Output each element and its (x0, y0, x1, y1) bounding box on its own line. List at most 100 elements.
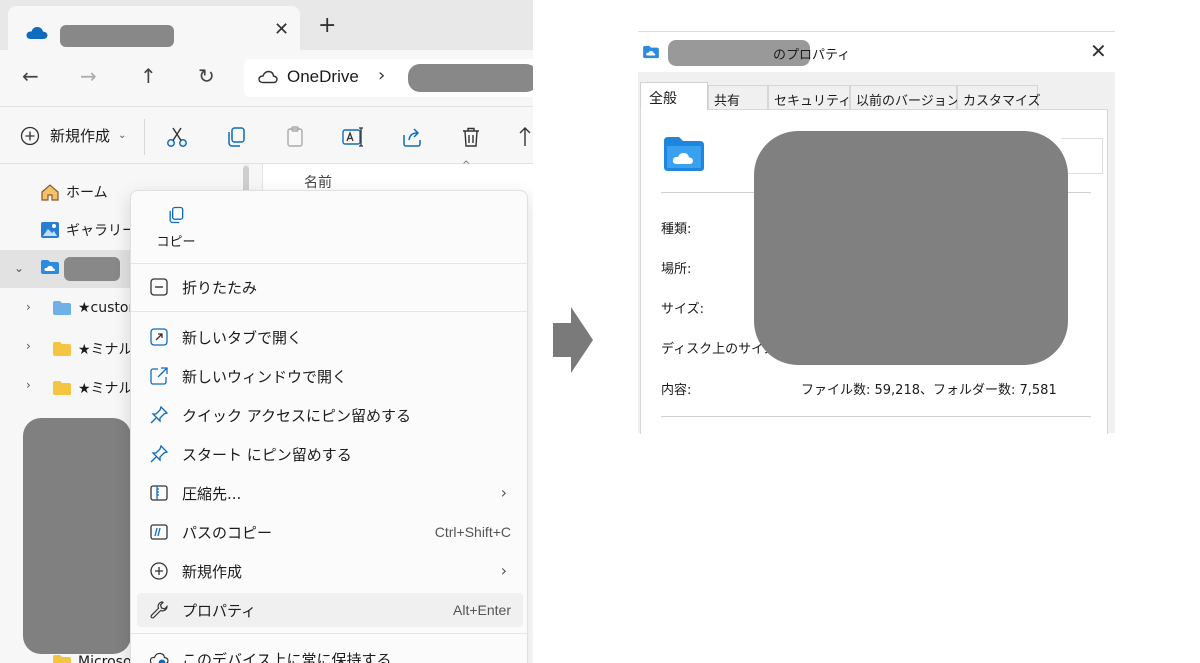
chevron-down-icon: ⌄ (118, 130, 127, 141)
menu-item-label: 新規作成 (182, 563, 243, 581)
menu-item-pin-quick-access[interactable]: クイック アクセスにピン留めする (137, 398, 523, 432)
tab-sharing[interactable]: 共有 (708, 85, 768, 109)
chevron-right-icon[interactable]: › (26, 300, 31, 314)
new-button-label: 新規作成 (50, 127, 111, 145)
tab-security[interactable]: セキュリティ (768, 85, 851, 109)
context-copy-button[interactable]: コピー (151, 205, 201, 250)
menu-item-shortcut: Alt+Enter (453, 602, 511, 618)
dialog-title: のプロパティ (773, 48, 851, 63)
tree-item-label: Microsof (78, 654, 137, 663)
right-arrow-icon (553, 307, 593, 373)
new-tab-button[interactable]: + (318, 14, 336, 38)
back-button[interactable]: ← (22, 64, 39, 88)
command-bar: 新規作成 ⌄ (0, 106, 533, 164)
tree-item-home[interactable]: ホーム (40, 182, 108, 202)
sort-icon[interactable] (517, 125, 533, 149)
redacted-tree-region (23, 418, 131, 654)
menu-item-label: パスのコピー (182, 524, 273, 542)
refresh-button[interactable]: ↻ (198, 64, 215, 88)
tree-item-label: ホーム (66, 185, 108, 201)
menu-item-pin-start[interactable]: スタート にピン留めする (137, 437, 523, 471)
chevron-down-icon[interactable]: ⌄ (14, 261, 24, 275)
up-button[interactable]: ↑ (140, 64, 157, 88)
menu-item-label: プロパティ (182, 602, 257, 620)
menu-item-shortcut: Ctrl+Shift+C (434, 524, 511, 540)
menu-item-open-new-window[interactable]: 新しいウィンドウで開く (137, 359, 523, 393)
redacted-tab-title (60, 25, 174, 47)
context-copy-label: コピー (156, 235, 196, 250)
menu-item-label: スタート にピン留めする (182, 446, 352, 464)
tree-item-folder[interactable]: ★custom (52, 300, 142, 316)
tree-item-gallery[interactable]: ギャラリー (40, 220, 136, 240)
field-location-label: 場所: (661, 262, 692, 277)
menu-item-compress[interactable]: 圧縮先... › (137, 476, 523, 510)
field-type-label: 種類: (661, 222, 692, 237)
tree-item-label: ギャラリー (66, 223, 136, 239)
breadcrumb-separator-icon[interactable]: › (378, 65, 385, 86)
menu-item-collapse[interactable]: 折りたたみ (137, 270, 523, 304)
tab-general[interactable]: 全般 (640, 82, 708, 110)
rename-icon[interactable] (341, 125, 365, 149)
menu-item-label: 新しいタブで開く (182, 329, 303, 347)
field-size-label: サイズ: (661, 302, 704, 317)
address-root[interactable]: OneDrive (287, 67, 359, 87)
dialog-close-button[interactable]: ✕ (1090, 40, 1107, 62)
redacted-folder-name (64, 257, 120, 281)
menu-item-keep-on-device[interactable]: このデバイス上に常に保持する (137, 642, 523, 663)
tab-bar: ✕ + (0, 0, 533, 50)
general-tab-panel: 種類: 場所: サイズ: ディスク上のサイズ: 内容: ファイル数: 59,21… (640, 109, 1108, 434)
redacted-address-segment (408, 64, 533, 92)
menu-item-new[interactable]: 新規作成 › (137, 554, 523, 588)
file-explorer-window: ✕ + ← → ↑ ↻ OneDrive › 新規作成 ⌄ ^ 名前 ホーム ギ… (0, 0, 533, 663)
plus-circle-icon (20, 126, 40, 145)
section-divider (661, 416, 1091, 417)
menu-item-label: このデバイス上に常に保持する (182, 651, 392, 663)
cut-icon[interactable] (165, 125, 189, 149)
submenu-arrow-icon: › (500, 483, 507, 502)
menu-separator (131, 263, 529, 264)
explorer-tab[interactable]: ✕ (8, 6, 300, 50)
onedrive-outline-icon (258, 70, 278, 88)
menu-item-copy-path[interactable]: パスのコピー Ctrl+Shift+C (137, 515, 523, 549)
menu-item-open-new-tab[interactable]: 新しいタブで開く (137, 320, 523, 354)
onedrive-folder-icon (663, 136, 705, 176)
folder-icon (53, 381, 71, 395)
menu-item-properties[interactable]: プロパティ Alt+Enter (137, 593, 523, 627)
chevron-right-icon[interactable]: › (26, 339, 31, 353)
copy-icon[interactable] (224, 125, 248, 149)
sort-caret-icon: ^ (462, 160, 471, 171)
menu-separator (131, 311, 529, 312)
home-icon (41, 184, 59, 201)
new-button[interactable]: 新規作成 ⌄ (20, 125, 126, 146)
pin-icon (150, 405, 169, 424)
copy-icon (169, 206, 184, 224)
dialog-title-bar: のプロパティ ✕ (638, 32, 1115, 72)
tree-item-onedrive[interactable] (40, 259, 66, 275)
tab-close-icon[interactable]: ✕ (274, 20, 289, 40)
folder-icon (53, 301, 71, 315)
copy-path-icon (150, 524, 168, 540)
new-icon (150, 562, 168, 580)
delete-icon[interactable] (459, 125, 483, 149)
share-icon[interactable] (400, 125, 424, 149)
properties-dialog: のプロパティ ✕ 全般 共有 セキュリティ 以前のバージョン カスタマイズ 種類… (638, 31, 1115, 434)
tree-item-folder[interactable]: Microsof (52, 654, 136, 663)
chevron-right-icon[interactable]: › (26, 378, 31, 392)
menu-item-label: 圧縮先... (182, 485, 242, 503)
toolbar-divider (144, 119, 145, 155)
open-new-window-icon (150, 367, 168, 385)
forward-button[interactable]: → (80, 64, 97, 88)
tab-previous-versions[interactable]: 以前のバージョン (850, 85, 960, 109)
tab-customize[interactable]: カスタマイズ (957, 85, 1041, 109)
pin-icon (150, 444, 169, 463)
menu-item-label: クイック アクセスにピン留めする (182, 407, 412, 425)
navigation-bar: ← → ↑ ↻ OneDrive › (0, 50, 533, 106)
open-new-tab-icon (150, 328, 168, 346)
column-header-name[interactable]: 名前 (304, 172, 332, 192)
paste-icon[interactable] (283, 125, 307, 149)
submenu-arrow-icon: › (500, 561, 507, 580)
wrench-icon (150, 601, 168, 619)
address-bar[interactable]: OneDrive › (244, 59, 533, 97)
onedrive-folder-icon (41, 260, 59, 274)
collapse-icon (150, 278, 168, 296)
